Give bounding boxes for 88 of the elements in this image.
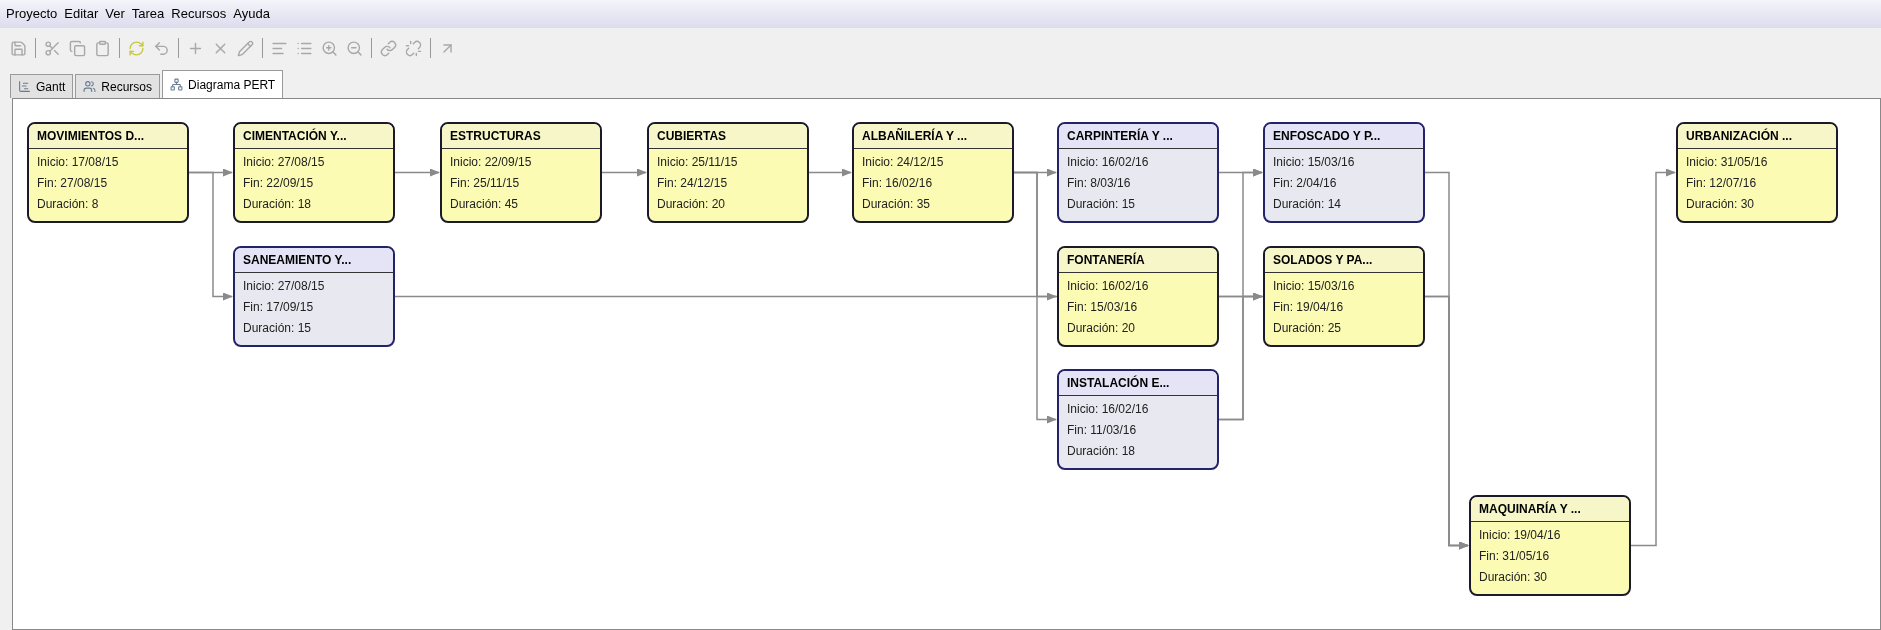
duration-text: Duración: 45 [450,196,520,213]
start-date: Inicio: 19/04/16 [1479,527,1562,544]
task-node[interactable]: MAQUINARÍA Y ... Inicio: 19/04/16 Fin: 31/05/16 Duración: 30 [1469,495,1631,596]
start-date: Inicio: 15/03/16 [1273,154,1356,171]
task-node[interactable]: ENFOSCADO Y P... Inicio: 15/03/16 Fin: 2/04/16 Duración: 14 [1263,122,1425,223]
paste-icon[interactable] [94,39,111,57]
task-title: FONTANERÍA [1059,248,1217,273]
menu-item[interactable]: Ver [105,4,125,24]
start-date: Inicio: 22/09/15 [450,154,533,171]
end-date: Fin: 25/11/15 [450,175,521,192]
end-date: Fin: 31/05/16 [1479,548,1551,565]
start-date: Inicio: 16/02/16 [1067,154,1150,171]
zoom-out-icon[interactable] [346,39,363,57]
duration-text: Duración: 20 [657,196,727,213]
task-title: ALBAÑILERÍA Y ... [854,124,1012,149]
task-node[interactable]: ALBAÑILERÍA Y ... Inicio: 24/12/15 Fin: 16/02/16 Duración: 35 [852,122,1014,223]
undo-icon[interactable] [153,39,170,57]
menu-item[interactable]: Recursos [171,4,227,24]
end-date: Fin: 8/03/16 [1067,175,1132,192]
end-date: Fin: 22/09/15 [243,175,315,192]
task-node[interactable]: URBANIZACIÓN ... Inicio: 31/05/16 Fin: 12/07/16 Duración: 30 [1676,122,1838,223]
task-node[interactable]: MOVIMIENTOS D... Inicio: 17/08/15 Fin: 27/08/15 Duración: 8 [27,122,189,223]
duration-text: Duración: 18 [1067,443,1137,460]
duration-text: Duración: 18 [243,196,313,213]
task-title: CARPINTERÍA Y ... [1059,124,1217,149]
task-title: URBANIZACIÓN ... [1678,124,1836,149]
start-date: Inicio: 31/05/16 [1686,154,1769,171]
start-date: Inicio: 27/08/15 [243,154,326,171]
task-node[interactable]: CARPINTERÍA Y ... Inicio: 16/02/16 Fin: 8/03/16 Duración: 15 [1057,122,1219,223]
duration-text: Duración: 15 [1067,196,1137,213]
start-date: Inicio: 16/02/16 [1067,401,1150,418]
end-date: Fin: 15/03/16 [1067,299,1139,316]
end-date: Fin: 24/12/15 [657,175,729,192]
tab[interactable]: Gantt [10,74,74,98]
task-title: CIMENTACIÓN Y... [235,124,393,149]
save-icon[interactable] [10,39,27,57]
start-date: Inicio: 16/02/16 [1067,278,1150,295]
refresh-icon[interactable] [128,39,145,57]
end-date: Fin: 11/03/16 [1067,422,1138,439]
task-title: ENFOSCADO Y P... [1265,124,1423,149]
edit-icon[interactable] [237,39,254,57]
cut-icon[interactable] [44,39,61,57]
connector-arrow [601,168,647,177]
menu-item[interactable]: Editar [64,4,99,24]
task-node[interactable]: CIMENTACIÓN Y... Inicio: 27/08/15 Fin: 22/09/15 Duración: 18 [233,122,395,223]
start-date: Inicio: 24/12/15 [862,154,945,171]
task-title: MOVIMIENTOS D... [29,124,187,149]
task-node[interactable]: SANEAMIENTO Y... Inicio: 27/08/15 Fin: 17/09/15 Duración: 15 [233,246,395,347]
end-date: Fin: 17/09/15 [243,299,315,316]
connector-arrow [394,168,440,177]
duration-text: Duración: 30 [1479,569,1549,586]
end-date: Fin: 16/02/16 [862,175,934,192]
menu-item[interactable]: Ayuda [233,4,270,24]
task-node[interactable]: FONTANERÍA Inicio: 16/02/16 Fin: 15/03/16 Duración: 20 [1057,246,1219,347]
task-title: ESTRUCTURAS [442,124,600,149]
link-icon[interactable] [380,39,397,57]
task-title: CUBIERTAS [649,124,807,149]
start-date: Inicio: 27/08/15 [243,278,326,295]
duration-text: Duración: 25 [1273,320,1343,337]
task-title: INSTALACIÓN E... [1059,371,1217,396]
duration-text: Duración: 14 [1273,196,1343,213]
duration-text: Duración: 15 [243,320,313,337]
zoom-in-icon[interactable] [321,39,338,57]
end-date: Fin: 2/04/16 [1273,175,1338,192]
task-title: MAQUINARÍA Y ... [1471,497,1629,522]
connector-arrow [808,168,852,177]
task-node[interactable]: SOLADOS Y PA... Inicio: 15/03/16 Fin: 19/04/16 Duración: 25 [1263,246,1425,347]
duration-text: Duración: 8 [37,196,100,213]
copy-icon[interactable] [69,39,86,57]
task-node[interactable]: INSTALACIÓN E... Inicio: 16/02/16 Fin: 11/03/16 Duración: 18 [1057,369,1219,470]
start-date: Inicio: 17/08/15 [37,154,120,171]
start-date: Inicio: 15/03/16 [1273,278,1356,295]
task-title: SOLADOS Y PA... [1265,248,1423,273]
tab[interactable]: Recursos [75,74,161,98]
end-date: Fin: 19/04/16 [1273,299,1345,316]
task-node[interactable]: ESTRUCTURAS Inicio: 22/09/15 Fin: 25/11/15 Duración: 45 [440,122,602,223]
unlink-icon[interactable] [405,39,422,57]
task-title: SANEAMIENTO Y... [235,248,393,273]
task-node[interactable]: CUBIERTAS Inicio: 25/11/15 Fin: 24/12/15 Duración: 20 [647,122,809,223]
menu-item[interactable]: Proyecto [6,4,58,24]
end-date: Fin: 12/07/16 [1686,175,1758,192]
duration-text: Duración: 20 [1067,320,1137,337]
duration-text: Duración: 30 [1686,196,1756,213]
start-date: Inicio: 25/11/15 [657,154,739,171]
tab[interactable]: Diagrama PERT [162,70,284,98]
end-date: Fin: 27/08/15 [37,175,109,192]
menu-item[interactable]: Tarea [131,4,165,24]
duration-text: Duración: 35 [862,196,932,213]
